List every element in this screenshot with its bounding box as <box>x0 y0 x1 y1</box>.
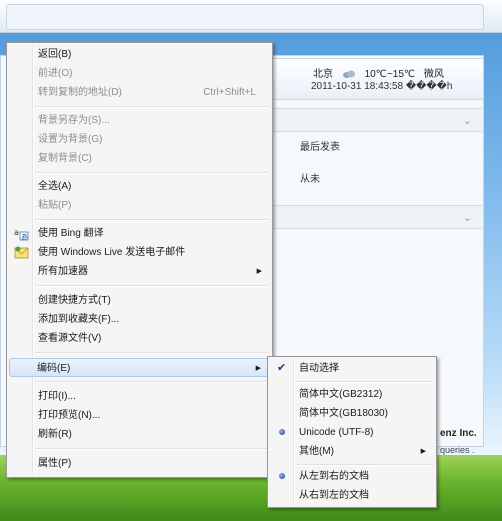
menu-item-label: 添加到收藏夹(F)... <box>38 314 120 325</box>
chevron-down-icon[interactable]: ⌄ <box>463 114 472 127</box>
menu-separator <box>35 381 269 383</box>
weather-city: 北京 <box>313 69 333 80</box>
menu-item-label: 粘贴(P) <box>38 200 72 211</box>
menu-item-label: 编码(E) <box>37 363 71 374</box>
menu-item-label: 自动选择 <box>299 363 339 374</box>
top-bar-field <box>6 4 484 30</box>
submenu-arrow-icon: ▶ <box>256 268 262 275</box>
menu-item-select-all[interactable]: 全选(A) <box>9 177 270 196</box>
encoding-item-ltr[interactable]: 从左到右的文档 <box>270 467 434 486</box>
menu-item-label: 复制背景(C) <box>38 153 92 164</box>
menu-item-encoding[interactable]: 编码(E) ▶ <box>9 358 270 377</box>
menu-separator <box>35 352 269 354</box>
encoding-item-gb2312[interactable]: 简体中文(GB2312) <box>270 385 434 404</box>
email-icon <box>14 246 29 259</box>
encoding-item-rtl[interactable]: 从右到左的文档 <box>270 486 434 505</box>
cloud-icon <box>342 70 355 78</box>
submenu-arrow-icon: ▶ <box>255 365 261 372</box>
menu-item-label: 查看源文件(V) <box>38 333 102 344</box>
weather-widget: 北京 10℃~15℃ 微风 2011-10-31 18:43:58 ����h <box>272 58 484 100</box>
menu-separator <box>35 285 269 287</box>
menu-separator <box>35 448 269 450</box>
menu-item-all-accelerators[interactable]: 所有加速器 ▶ <box>9 262 270 281</box>
menu-separator <box>296 381 433 383</box>
translate-icon: a あ <box>14 228 29 241</box>
menu-item-create-shortcut[interactable]: 创建快捷方式(T) <box>9 291 270 310</box>
chevron-down-icon[interactable]: ⌄ <box>463 211 472 224</box>
menu-item-label: 从右到左的文档 <box>299 490 369 501</box>
menu-item-label: 使用 Bing 翻译 <box>38 228 104 239</box>
menu-item-label: Unicode (UTF-8) <box>299 427 374 438</box>
menu-item-label: 打印(I)... <box>38 391 76 402</box>
encoding-item-gb18030[interactable]: 简体中文(GB18030) <box>270 404 434 423</box>
menu-separator <box>35 172 269 174</box>
menu-item-label: 背景另存为(S)... <box>38 115 110 126</box>
menu-item-label: 转到复制的地址(D) <box>38 87 122 98</box>
menu-item-label: 使用 Windows Live 发送电子邮件 <box>38 247 186 258</box>
browser-top-bar <box>0 0 502 33</box>
menu-item-print-preview[interactable]: 打印预览(N)... <box>9 406 270 425</box>
menu-item-forward[interactable]: 前进(O) <box>9 64 270 83</box>
menu-item-bing-translate[interactable]: a あ 使用 Bing 翻译 <box>9 224 270 243</box>
menu-item-go-to-copied-address[interactable]: 转到复制的地址(D) Ctrl+Shift+L <box>9 83 270 102</box>
menu-item-label: 打印预览(N)... <box>38 410 101 421</box>
menu-item-label: 设置为背景(G) <box>38 134 103 145</box>
encoding-item-other[interactable]: 其他(M) ▶ <box>270 442 434 461</box>
submenu-arrow-icon: ▶ <box>420 448 426 455</box>
menu-item-view-source[interactable]: 查看源文件(V) <box>9 329 270 348</box>
context-menu: 返回(B) 前进(O) 转到复制的地址(D) Ctrl+Shift+L 背景另存… <box>6 42 273 478</box>
menu-item-label: 其他(M) <box>299 446 334 457</box>
menu-item-label: 从左到右的文档 <box>299 471 369 482</box>
menu-separator <box>35 106 269 108</box>
radio-selected-icon <box>279 429 285 435</box>
menu-item-print[interactable]: 打印(I)... <box>9 387 270 406</box>
menu-item-add-to-favorites[interactable]: 添加到收藏夹(F)... <box>9 310 270 329</box>
menu-item-set-as-background[interactable]: 设置为背景(G) <box>9 130 270 149</box>
svg-text:a: a <box>14 228 19 237</box>
menu-item-label: 所有加速器 <box>38 266 88 277</box>
menu-item-label: 简体中文(GB2312) <box>299 389 383 400</box>
menu-item-back[interactable]: 返回(B) <box>9 45 270 64</box>
radio-selected-icon <box>279 473 285 479</box>
menu-item-label: 全选(A) <box>38 181 72 192</box>
company-text: enz Inc. <box>440 428 477 439</box>
section-header-2: ⌄ <box>272 205 482 229</box>
menu-item-copy-background[interactable]: 复制背景(C) <box>9 149 270 168</box>
latest-post-label: 最后发表 <box>300 142 340 153</box>
svg-text:あ: あ <box>21 233 28 241</box>
queries-text: queries . <box>440 445 475 455</box>
section-header-1: ⌄ <box>272 108 482 132</box>
menu-item-live-email[interactable]: 使用 Windows Live 发送电子邮件 <box>9 243 270 262</box>
menu-item-properties[interactable]: 属性(P) <box>9 454 270 473</box>
menu-item-refresh[interactable]: 刷新(R) <box>9 425 270 444</box>
weather-datetime: 2011-10-31 18:43:58 ����h <box>311 81 453 92</box>
menu-item-paste[interactable]: 粘贴(P) <box>9 196 270 215</box>
menu-item-label: 返回(B) <box>38 49 72 60</box>
menu-item-shortcut: Ctrl+Shift+L <box>203 87 256 98</box>
menu-item-label: 刷新(R) <box>38 429 72 440</box>
checkmark-icon: ✔ <box>277 362 287 374</box>
menu-separator <box>35 219 269 221</box>
menu-item-label: 简体中文(GB18030) <box>299 408 388 419</box>
never-label: 从未 <box>300 174 320 185</box>
encoding-item-auto-select[interactable]: ✔ 自动选择 <box>270 359 434 378</box>
menu-item-label: 前进(O) <box>38 68 73 79</box>
weather-wind: 微风 <box>423 69 444 80</box>
menu-item-label: 创建快捷方式(T) <box>38 295 111 306</box>
encoding-submenu: ✔ 自动选择 简体中文(GB2312) 简体中文(GB18030) Unicod… <box>267 356 437 508</box>
encoding-item-utf8[interactable]: Unicode (UTF-8) <box>270 423 434 442</box>
weather-temp: 10℃~15℃ <box>364 69 416 80</box>
menu-item-label: 属性(P) <box>38 458 72 469</box>
menu-item-save-background[interactable]: 背景另存为(S)... <box>9 111 270 130</box>
menu-separator <box>296 464 433 466</box>
